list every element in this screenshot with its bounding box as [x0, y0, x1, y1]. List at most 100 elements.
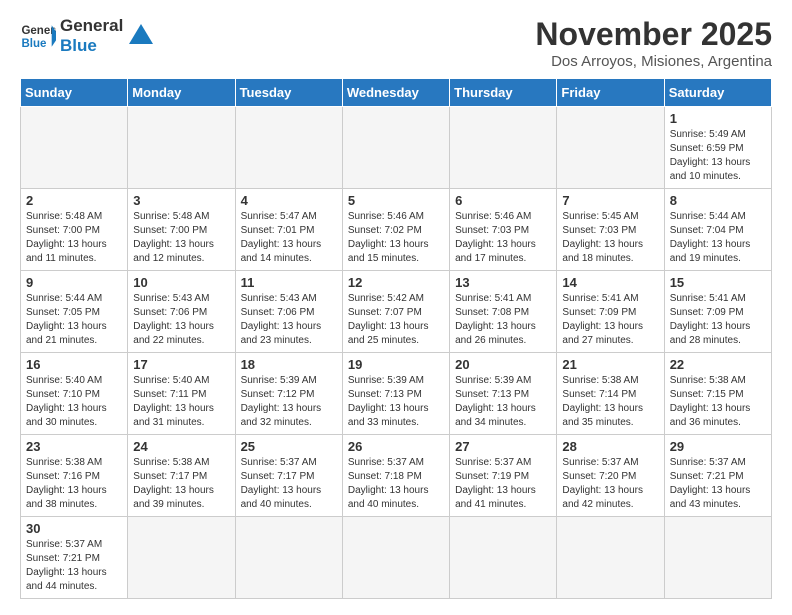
day-info: Sunrise: 5:41 AM Sunset: 7:08 PM Dayligh… — [455, 292, 551, 348]
day-info: Sunrise: 5:38 AM Sunset: 7:15 PM Dayligh… — [670, 374, 766, 430]
calendar-cell — [342, 107, 449, 189]
calendar-week-5: 30Sunrise: 5:37 AM Sunset: 7:21 PM Dayli… — [21, 517, 772, 599]
day-number: 7 — [562, 193, 658, 208]
calendar-cell — [450, 107, 557, 189]
day-info: Sunrise: 5:46 AM Sunset: 7:03 PM Dayligh… — [455, 210, 551, 266]
day-info: Sunrise: 5:49 AM Sunset: 6:59 PM Dayligh… — [670, 128, 766, 184]
calendar-cell: 22 Sunrise: 5:38 AM Sunset: 7:15 PM Dayli… — [664, 353, 771, 435]
weekday-wednesday: Wednesday — [342, 79, 449, 107]
day-info: Sunrise: 5:40 AM Sunset: 7:10 PM Dayligh… — [26, 374, 122, 430]
calendar-cell: 3 Sunrise: 5:48 AM Sunset: 7:00 PM Daylig… — [128, 189, 235, 271]
calendar-cell: 6 Sunrise: 5:46 AM Sunset: 7:03 PM Daylig… — [450, 189, 557, 271]
day-info: Sunrise: 5:38 AM Sunset: 7:14 PM Dayligh… — [562, 374, 658, 430]
calendar-cell: 30Sunrise: 5:37 AM Sunset: 7:21 PM Dayli… — [21, 517, 128, 599]
calendar-week-3: 16Sunrise: 5:40 AM Sunset: 7:10 PM Dayli… — [21, 353, 772, 435]
calendar-cell: 19 Sunrise: 5:39 AM Sunset: 7:13 PM Dayli… — [342, 353, 449, 435]
weekday-thursday: Thursday — [450, 79, 557, 107]
day-number: 2 — [26, 193, 122, 208]
calendar-cell: 5Sunrise: 5:46 AM Sunset: 7:02 PM Daylig… — [342, 189, 449, 271]
calendar-week-1: 2 Sunrise: 5:48 AM Sunset: 7:00 PM Daylig… — [21, 189, 772, 271]
weekday-header-row: SundayMondayTuesdayWednesdayThursdayFrid… — [21, 79, 772, 107]
calendar-cell: 24Sunrise: 5:38 AM Sunset: 7:17 PM Dayli… — [128, 435, 235, 517]
calendar-cell: 10 Sunrise: 5:43 AM Sunset: 7:06 PM Dayli… — [128, 271, 235, 353]
day-number: 29 — [670, 439, 766, 454]
calendar-cell — [450, 517, 557, 599]
calendar-cell: 16Sunrise: 5:40 AM Sunset: 7:10 PM Dayli… — [21, 353, 128, 435]
day-number: 13 — [455, 275, 551, 290]
calendar-cell — [342, 517, 449, 599]
calendar-table: SundayMondayTuesdayWednesdayThursdayFrid… — [20, 78, 772, 599]
day-info: Sunrise: 5:37 AM Sunset: 7:20 PM Dayligh… — [562, 456, 658, 512]
day-number: 18 — [241, 357, 337, 372]
day-info: Sunrise: 5:47 AM Sunset: 7:01 PM Dayligh… — [241, 210, 337, 266]
day-info: Sunrise: 5:39 AM Sunset: 7:12 PM Dayligh… — [241, 374, 337, 430]
calendar-cell — [557, 107, 664, 189]
day-info: Sunrise: 5:43 AM Sunset: 7:06 PM Dayligh… — [133, 292, 229, 348]
calendar-cell: 14Sunrise: 5:41 AM Sunset: 7:09 PM Dayli… — [557, 271, 664, 353]
calendar-cell: 12Sunrise: 5:42 AM Sunset: 7:07 PM Dayli… — [342, 271, 449, 353]
svg-text:Blue: Blue — [21, 38, 47, 50]
calendar-cell: 9Sunrise: 5:44 AM Sunset: 7:05 PM Daylig… — [21, 271, 128, 353]
day-number: 12 — [348, 275, 444, 290]
day-number: 15 — [670, 275, 766, 290]
calendar-header: SundayMondayTuesdayWednesdayThursdayFrid… — [21, 79, 772, 107]
calendar-cell — [664, 517, 771, 599]
day-number: 25 — [241, 439, 337, 454]
day-number: 24 — [133, 439, 229, 454]
weekday-monday: Monday — [128, 79, 235, 107]
day-number: 22 — [670, 357, 766, 372]
day-info: Sunrise: 5:43 AM Sunset: 7:06 PM Dayligh… — [241, 292, 337, 348]
svg-text:General: General — [21, 25, 56, 37]
calendar-cell: 2Sunrise: 5:48 AM Sunset: 7:00 PM Daylig… — [21, 189, 128, 271]
day-number: 1 — [670, 111, 766, 126]
day-info: Sunrise: 5:41 AM Sunset: 7:09 PM Dayligh… — [670, 292, 766, 348]
day-number: 3 — [133, 193, 229, 208]
day-info: Sunrise: 5:37 AM Sunset: 7:18 PM Dayligh… — [348, 456, 444, 512]
weekday-friday: Friday — [557, 79, 664, 107]
day-info: Sunrise: 5:38 AM Sunset: 7:16 PM Dayligh… — [26, 456, 122, 512]
day-number: 17 — [133, 357, 229, 372]
day-info: Sunrise: 5:39 AM Sunset: 7:13 PM Dayligh… — [455, 374, 551, 430]
calendar-cell: 13 Sunrise: 5:41 AM Sunset: 7:08 PM Dayli… — [450, 271, 557, 353]
calendar-cell: 7Sunrise: 5:45 AM Sunset: 7:03 PM Daylig… — [557, 189, 664, 271]
calendar-cell: 27Sunrise: 5:37 AM Sunset: 7:19 PM Dayli… — [450, 435, 557, 517]
day-info: Sunrise: 5:39 AM Sunset: 7:13 PM Dayligh… — [348, 374, 444, 430]
day-number: 21 — [562, 357, 658, 372]
day-info: Sunrise: 5:37 AM Sunset: 7:17 PM Dayligh… — [241, 456, 337, 512]
calendar-cell: 21 Sunrise: 5:38 AM Sunset: 7:14 PM Dayli… — [557, 353, 664, 435]
calendar-cell — [128, 107, 235, 189]
title-area: November 2025 Dos Arroyos, Misiones, Arg… — [535, 16, 772, 70]
day-info: Sunrise: 5:48 AM Sunset: 7:00 PM Dayligh… — [133, 210, 229, 266]
logo-icon: General Blue — [20, 18, 56, 54]
logo: General Blue General Blue — [20, 16, 155, 57]
calendar-body: 1 Sunrise: 5:49 AM Sunset: 6:59 PM Daylig… — [21, 107, 772, 599]
calendar-week-4: 23Sunrise: 5:38 AM Sunset: 7:16 PM Dayli… — [21, 435, 772, 517]
day-number: 9 — [26, 275, 122, 290]
day-number: 19 — [348, 357, 444, 372]
header-area: General Blue General Blue November 2025 … — [20, 16, 772, 70]
calendar-cell: 28 Sunrise: 5:37 AM Sunset: 7:20 PM Dayli… — [557, 435, 664, 517]
day-number: 20 — [455, 357, 551, 372]
calendar-cell — [21, 107, 128, 189]
calendar-cell: 4Sunrise: 5:47 AM Sunset: 7:01 PM Daylig… — [235, 189, 342, 271]
calendar-cell: 23Sunrise: 5:38 AM Sunset: 7:16 PM Dayli… — [21, 435, 128, 517]
calendar-cell: 11Sunrise: 5:43 AM Sunset: 7:06 PM Dayli… — [235, 271, 342, 353]
day-number: 14 — [562, 275, 658, 290]
day-number: 6 — [455, 193, 551, 208]
day-number: 28 — [562, 439, 658, 454]
logo-general: General — [60, 16, 123, 36]
calendar-week-2: 9Sunrise: 5:44 AM Sunset: 7:05 PM Daylig… — [21, 271, 772, 353]
calendar-cell: 25 Sunrise: 5:37 AM Sunset: 7:17 PM Dayli… — [235, 435, 342, 517]
day-info: Sunrise: 5:37 AM Sunset: 7:19 PM Dayligh… — [455, 456, 551, 512]
day-number: 10 — [133, 275, 229, 290]
day-number: 30 — [26, 521, 122, 536]
calendar-cell: 29Sunrise: 5:37 AM Sunset: 7:21 PM Dayli… — [664, 435, 771, 517]
calendar-cell: 8Sunrise: 5:44 AM Sunset: 7:04 PM Daylig… — [664, 189, 771, 271]
day-info: Sunrise: 5:46 AM Sunset: 7:02 PM Dayligh… — [348, 210, 444, 266]
logo-blue: Blue — [60, 36, 123, 56]
day-number: 26 — [348, 439, 444, 454]
calendar-cell: 18 Sunrise: 5:39 AM Sunset: 7:12 PM Dayli… — [235, 353, 342, 435]
calendar-cell — [557, 517, 664, 599]
calendar-cell: 26 Sunrise: 5:37 AM Sunset: 7:18 PM Dayli… — [342, 435, 449, 517]
weekday-saturday: Saturday — [664, 79, 771, 107]
